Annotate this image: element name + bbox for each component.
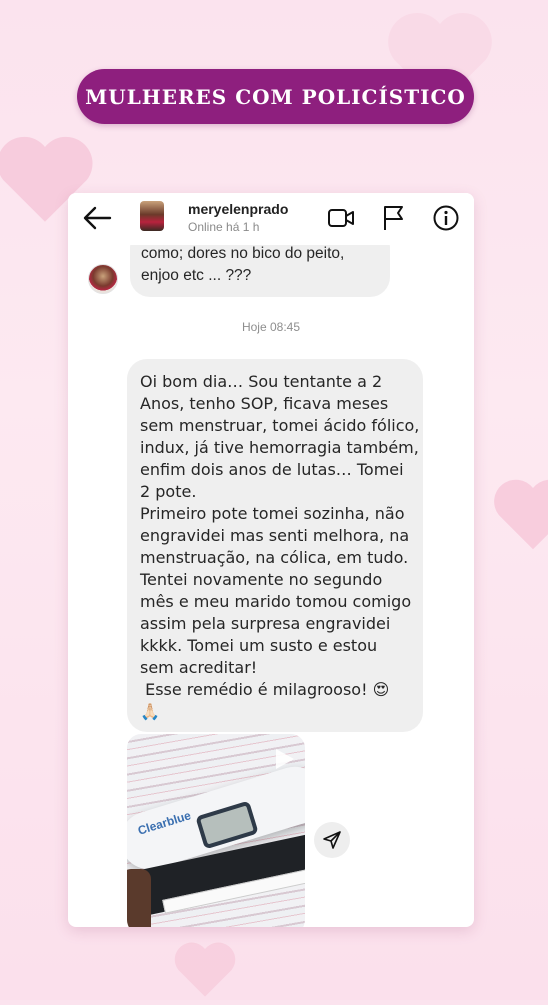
- online-status: Online há 1 h: [188, 220, 260, 234]
- share-button[interactable]: [314, 822, 350, 858]
- arrow-left-icon[interactable]: [82, 205, 112, 231]
- play-icon[interactable]: [271, 746, 297, 772]
- message-text: Oi bom dia… Sou tentante a 2 Anos, tenho…: [140, 372, 420, 721]
- message-timestamp: Hoje 08:45: [241, 320, 301, 334]
- video-camera-icon[interactable]: [327, 204, 355, 232]
- banner-title: MULHERES COM POLICÍSTICO: [85, 84, 466, 109]
- info-icon[interactable]: [432, 204, 460, 232]
- pregnancy-test-photo[interactable]: Clearblue: [127, 734, 305, 927]
- flag-icon[interactable]: [380, 204, 408, 232]
- title-banner: MULHERES COM POLICÍSTICO: [77, 69, 474, 124]
- photo-hand: [127, 869, 151, 927]
- heart-decoration-icon: [494, 479, 548, 550]
- message-bubble: Oi bom dia… Sou tentante a 2 Anos, tenho…: [127, 359, 423, 732]
- previous-message-text: como; dores no bico do peito, enjoo etc …: [141, 245, 345, 284]
- sender-avatar[interactable]: [88, 264, 118, 294]
- avatar[interactable]: [140, 201, 164, 231]
- heart-decoration-icon: [174, 942, 236, 997]
- chat-screenshot: meryelenprado Online há 1 h como; dores …: [68, 193, 474, 927]
- username[interactable]: meryelenprado: [188, 201, 288, 217]
- chat-header: meryelenprado Online há 1 h: [68, 193, 474, 245]
- send-icon: [323, 831, 341, 849]
